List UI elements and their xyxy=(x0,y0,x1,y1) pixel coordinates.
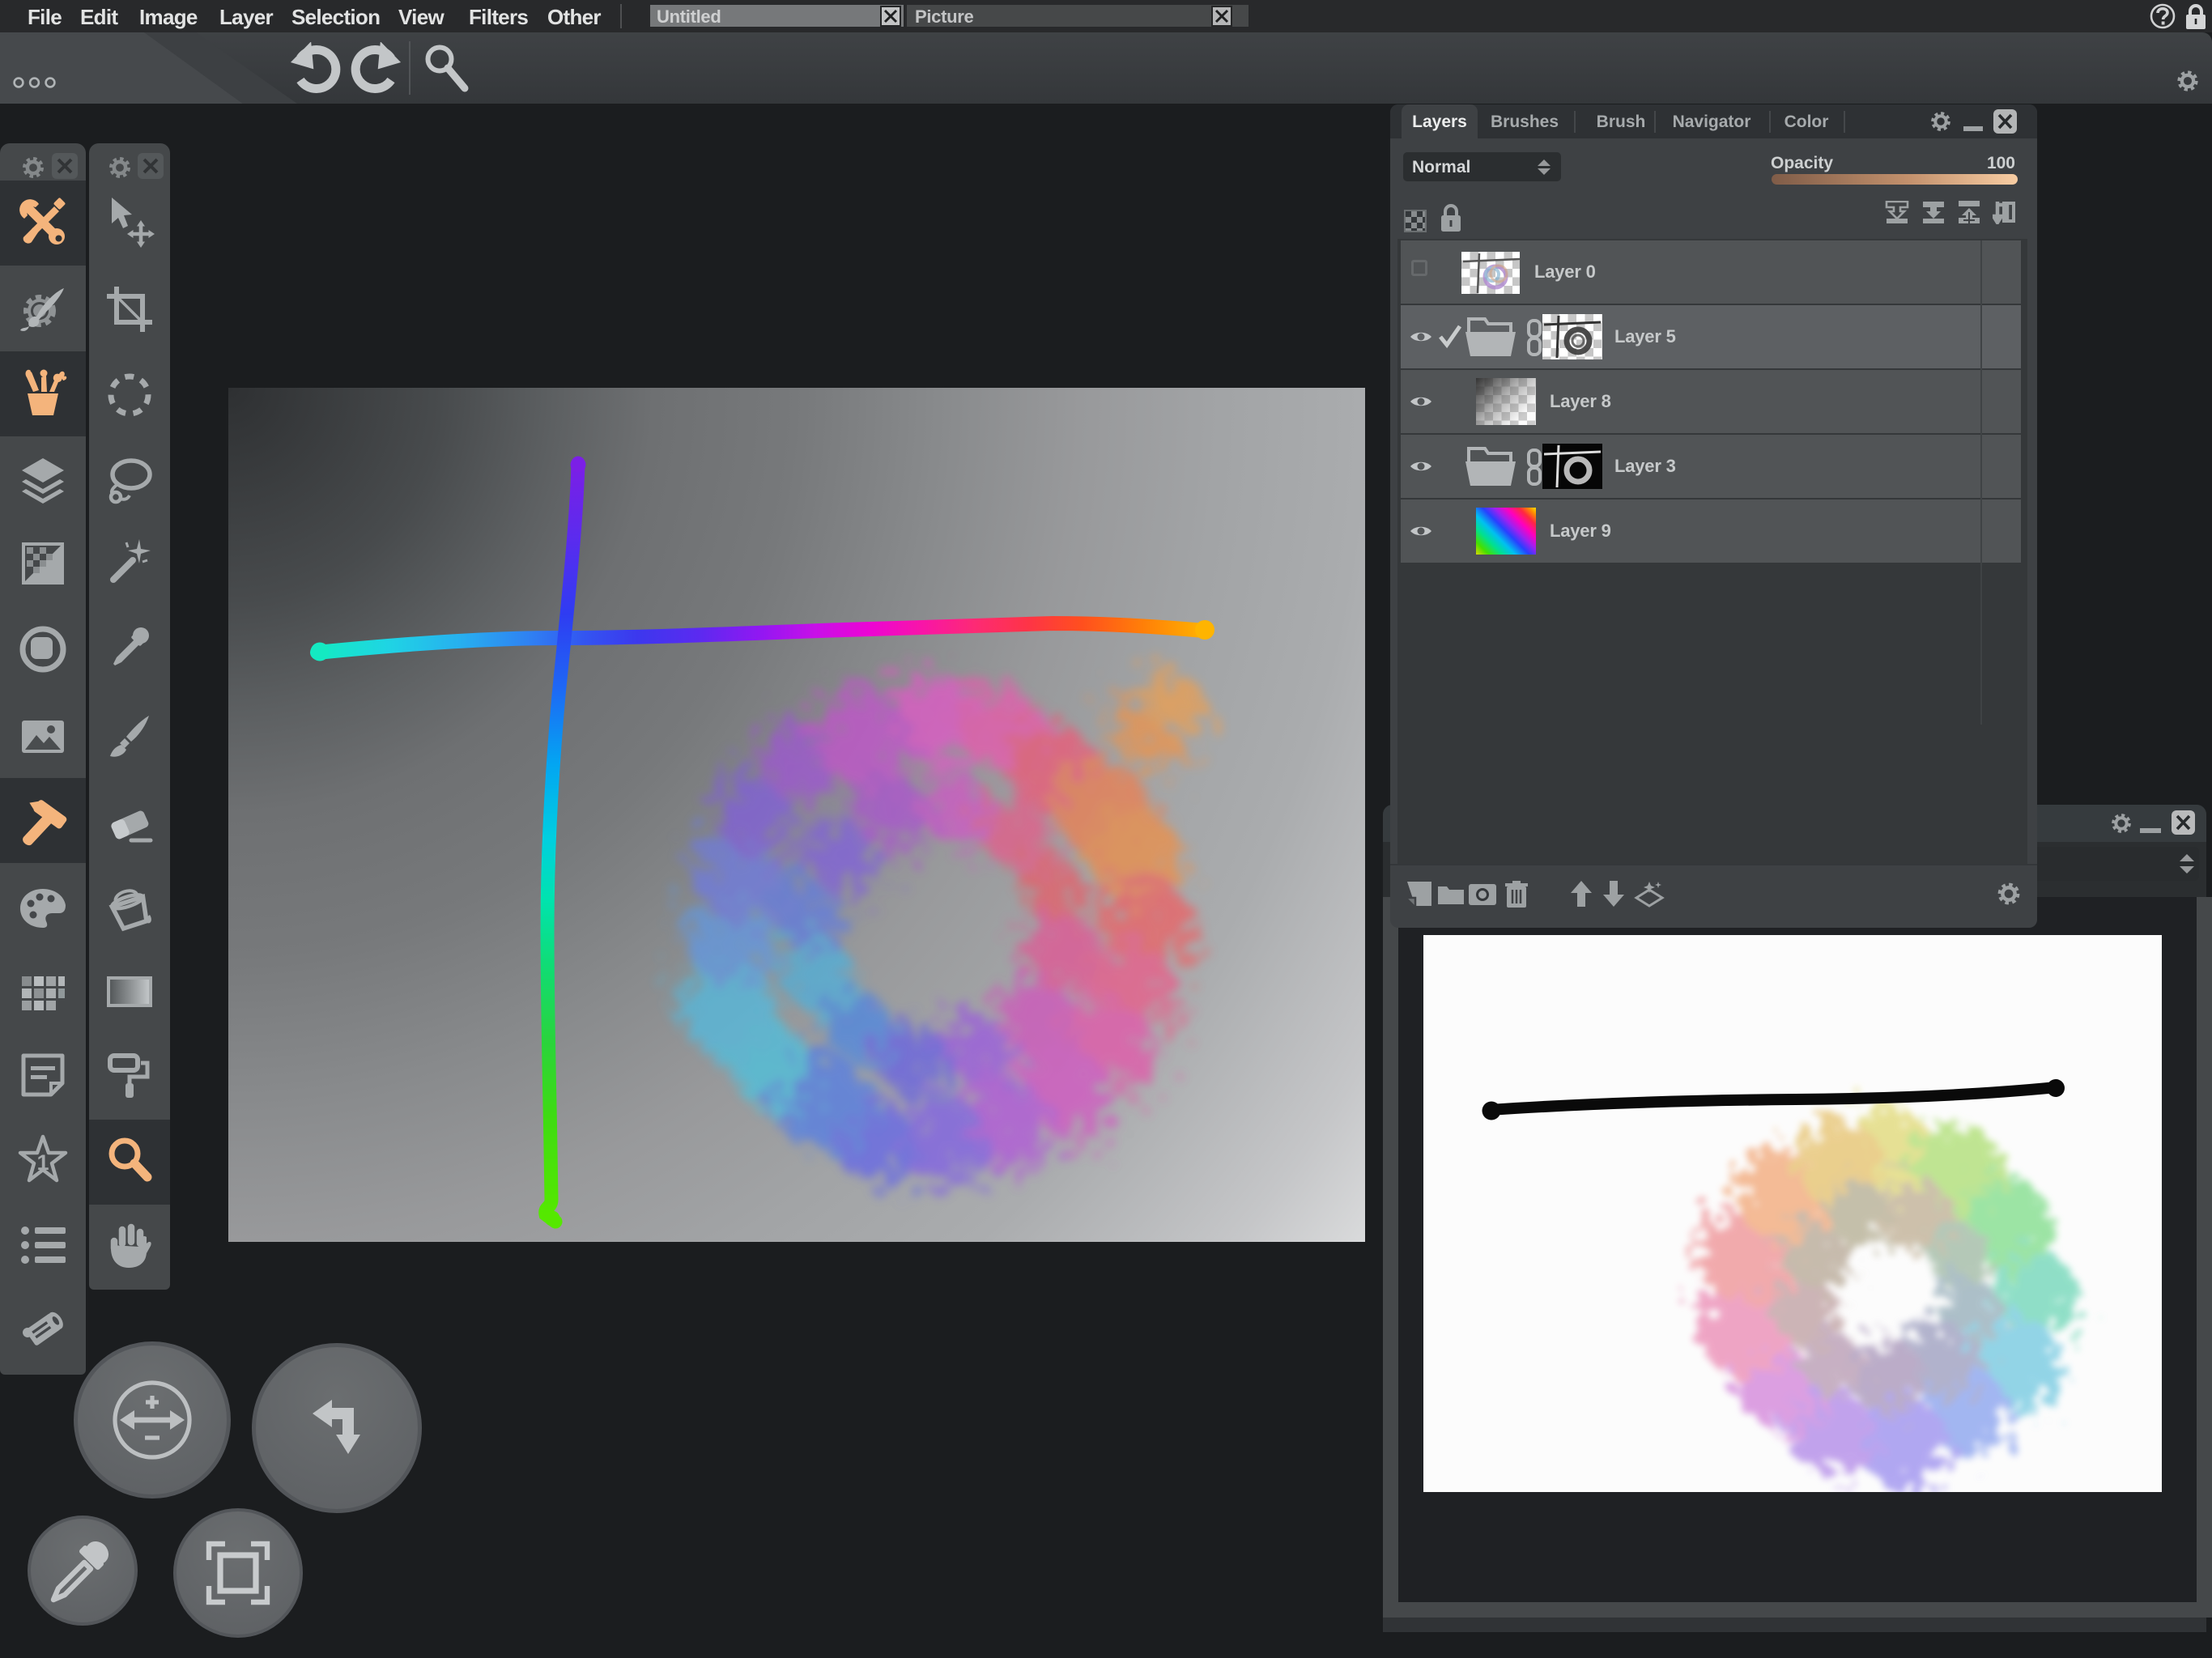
svg-text:1: 1 xyxy=(36,1150,49,1175)
